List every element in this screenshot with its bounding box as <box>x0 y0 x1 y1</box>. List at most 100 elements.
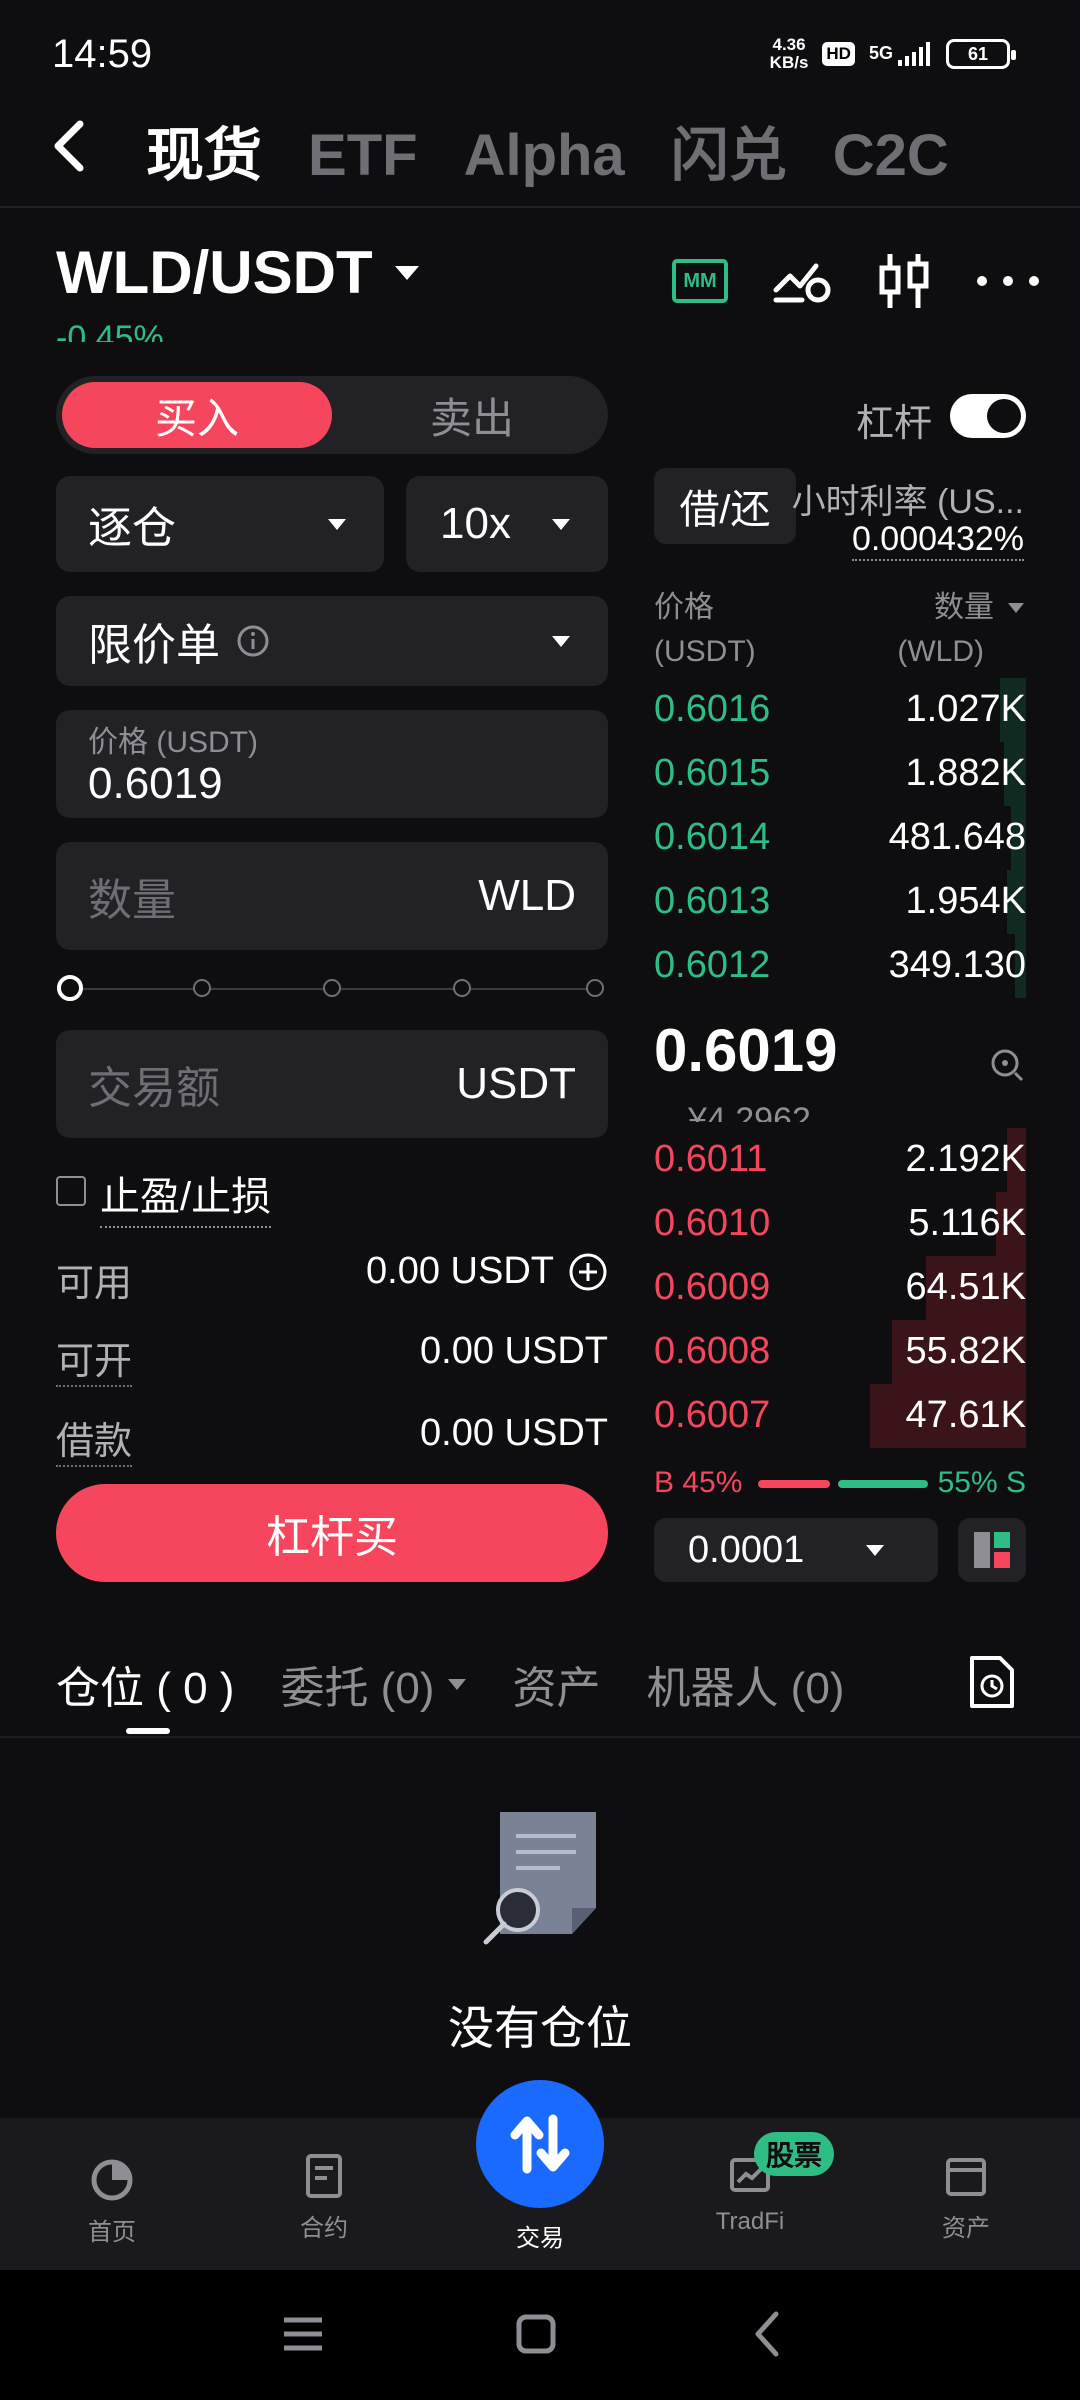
amount-placeholder: 交易额 <box>88 1064 220 1113</box>
recent-apps-icon[interactable] <box>282 2314 324 2354</box>
hourly-rate-label: 小时利率 (US... <box>791 483 1024 521</box>
nav-futures[interactable]: 合约 <box>254 2152 394 2243</box>
tab-bots[interactable]: 机器人 (0) <box>646 1652 856 1716</box>
leverage-toggle[interactable] <box>950 394 1026 438</box>
sell-tab[interactable]: 卖出 <box>342 382 602 448</box>
signal-label: 5G <box>868 42 893 63</box>
orderbook-row[interactable]: 0.6012 349.130 <box>654 934 1026 998</box>
market-tabs: 现货 ETF Alpha 闪兑 C2C <box>146 108 949 192</box>
price-alert-icon[interactable] <box>772 256 832 306</box>
battery-level: 61 <box>967 43 989 64</box>
orderbook-row[interactable]: 0.6013 1.954K <box>654 870 1026 934</box>
tab-etf[interactable]: ETF <box>308 122 418 189</box>
tab-convert[interactable]: 闪兑 <box>671 108 787 192</box>
tab-spot[interactable]: 现货 <box>146 108 262 192</box>
orderbook-row[interactable]: 0.6014 481.648 <box>654 806 1026 870</box>
price-head-unit: (USDT) <box>654 635 756 668</box>
wallet-icon <box>946 2158 986 2196</box>
net-speed-unit: KB/s <box>769 53 809 72</box>
orderbook-row[interactable]: 0.6009 64.51K <box>654 1256 1026 1320</box>
chevron-down-icon <box>1008 603 1024 613</box>
system-nav-bar <box>0 2270 1080 2400</box>
hd-icon: HD <box>822 42 855 66</box>
tab-assets[interactable]: 资产 <box>512 1652 600 1716</box>
trade-fab-button[interactable] <box>476 2080 604 2208</box>
orderbook-qty: 349.130 <box>888 944 1026 986</box>
tab-positions[interactable]: 仓位 ( 0 ) <box>56 1652 234 1716</box>
market-maker-icon[interactable]: MM <box>672 259 728 303</box>
price-input-value: 0.6019 <box>88 759 223 808</box>
order-history-icon[interactable] <box>968 1654 1016 1715</box>
orderbook-price: 0.6010 <box>654 1202 771 1244</box>
header-actions: MM <box>672 252 1040 310</box>
system-back-icon[interactable] <box>752 2310 782 2358</box>
pair-symbol: WLD/USDT <box>56 239 373 306</box>
more-menu-icon[interactable] <box>976 275 1040 287</box>
nav-home[interactable]: 首页 <box>42 2156 182 2247</box>
back-arrow-icon[interactable] <box>48 118 88 179</box>
tab-orders-label: 委托 (0) <box>280 1664 435 1713</box>
sell-ratio: 55% S <box>937 1466 1026 1499</box>
orderbook-row[interactable]: 0.6007 47.61K <box>654 1384 1026 1448</box>
orderbook-row[interactable]: 0.6015 1.882K <box>654 742 1026 806</box>
orderbook-qty: 2.192K <box>905 1138 1026 1180</box>
buy-tab[interactable]: 买入 <box>62 382 332 448</box>
price-alert-bell-icon[interactable] <box>988 1046 1026 1089</box>
tpsl-label[interactable]: 止盈/止损 <box>100 1164 272 1228</box>
orderbook-row[interactable]: 0.6016 1.027K <box>654 678 1026 742</box>
orderbook-layout-icon[interactable] <box>958 1518 1026 1582</box>
orderbook-row[interactable]: 0.6011 2.192K <box>654 1128 1026 1192</box>
precision-value: 0.0001 <box>688 1528 805 1571</box>
borrow-label[interactable]: 借款 <box>56 1410 133 1467</box>
orderbook-qty: 1.882K <box>905 752 1026 794</box>
sell-ratio-bar <box>838 1480 928 1488</box>
buy-ratio: B 45% <box>654 1466 743 1499</box>
margin-mode-select[interactable]: 逐仓 <box>56 476 384 572</box>
slider-step-25[interactable] <box>193 979 211 997</box>
precision-select[interactable]: 0.0001 <box>654 1518 938 1582</box>
battery-icon: 61 <box>946 39 1016 69</box>
buy-sell-toggle: 买入 卖出 <box>56 376 608 454</box>
orderbook-row[interactable]: 0.6008 55.82K <box>654 1320 1026 1384</box>
swap-arrows-icon <box>510 2114 570 2174</box>
orderbook-price: 0.6013 <box>654 880 771 922</box>
price-head-label: 价格 <box>654 591 714 624</box>
info-icon[interactable] <box>236 624 270 658</box>
orderbook-row[interactable]: 0.6010 5.116K <box>654 1192 1026 1256</box>
slider-step-100[interactable] <box>586 979 604 997</box>
order-type-select[interactable]: 限价单 <box>56 596 608 686</box>
amount-input[interactable]: 交易额 USDT <box>56 1030 608 1138</box>
orderbook-qty-header[interactable]: 数量 (WLD) <box>897 586 1024 674</box>
leverage-select[interactable]: 10x <box>406 476 608 572</box>
openable-label[interactable]: 可开 <box>56 1330 133 1387</box>
tab-orders[interactable]: 委托 (0) <box>280 1652 467 1716</box>
nav-trade-label: 交易 <box>516 2225 564 2252</box>
chevron-down-icon <box>394 265 419 280</box>
price-input[interactable]: 价格 (USDT) 0.6019 <box>56 710 608 818</box>
buy-sell-ratio: B 45% 55% S <box>654 1466 1026 1502</box>
borrow-repay-button[interactable]: 借/还 <box>654 468 796 544</box>
slider-step-50[interactable] <box>323 979 341 997</box>
last-price: 0.6019 <box>654 1017 838 1084</box>
bottom-tabs: 仓位 ( 0 ) 委托 (0) 资产 机器人 (0) <box>56 1652 856 1716</box>
nav-assets[interactable]: 资产 <box>896 2152 1036 2243</box>
candlestick-chart-icon[interactable] <box>876 252 932 310</box>
orderbook-qty: 47.61K <box>905 1394 1026 1436</box>
tab-alpha[interactable]: Alpha <box>464 122 625 189</box>
quantity-input[interactable]: 数量 WLD <box>56 842 608 950</box>
tab-c2c[interactable]: C2C <box>833 122 949 189</box>
slider-step-75[interactable] <box>453 979 471 997</box>
margin-buy-button[interactable]: 杠杆买 <box>56 1484 608 1582</box>
orderbook-qty: 481.648 <box>888 816 1026 858</box>
slider-handle[interactable] <box>57 975 83 1001</box>
home-icon <box>91 2159 133 2201</box>
tpsl-checkbox[interactable] <box>56 1176 86 1206</box>
status-icons: 4.36 KB/s HD 5G 61 <box>769 36 1016 72</box>
pair-selector[interactable]: WLD/USDT <box>56 238 419 307</box>
available-row-value: 0.00 USDT <box>366 1250 608 1293</box>
active-tab-indicator <box>126 1728 170 1734</box>
hourly-rate-value[interactable]: 0.000432% <box>851 520 1024 561</box>
chevron-down-icon <box>448 1678 467 1690</box>
home-button-icon[interactable] <box>516 2314 556 2354</box>
add-funds-icon[interactable] <box>568 1252 608 1292</box>
